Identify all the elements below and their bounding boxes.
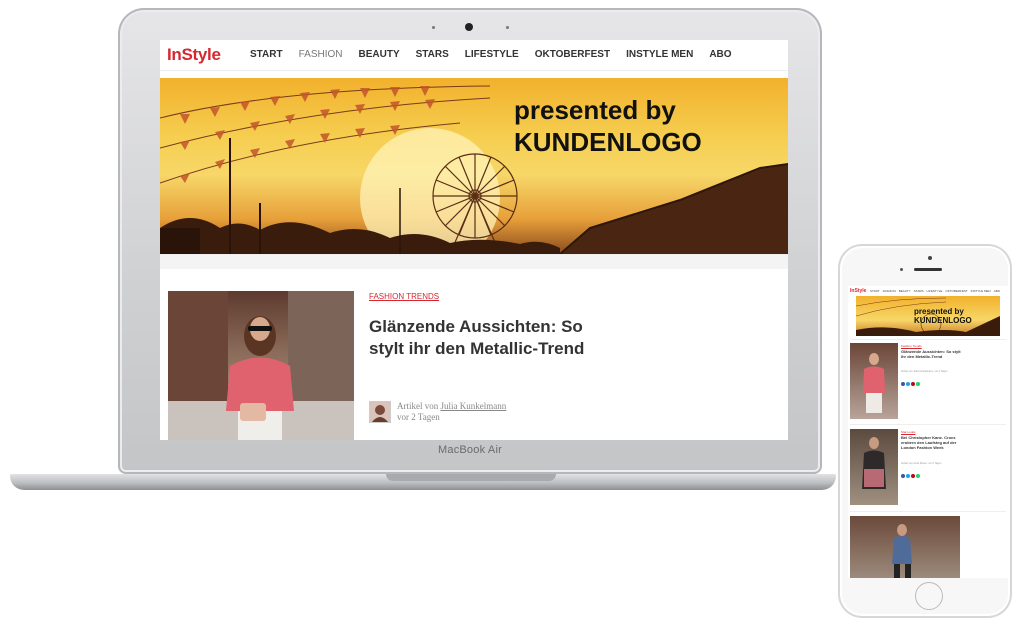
phone-hero-banner[interactable]: presented by KUNDENLOGO [856, 296, 1000, 336]
phone-article-meta-2: Artikel von Anna Rosen, vor 2 Tagen [901, 462, 942, 465]
phone-nav-lifestyle[interactable]: LIFESTYLE [927, 289, 943, 293]
nav-item-stars[interactable]: STARS [416, 49, 449, 60]
phone-article-image-2[interactable] [850, 429, 898, 505]
nav-item-fashion[interactable]: FASHION [299, 49, 343, 60]
site-header: InStyle START FASHION BEAUTY STARS LIFES… [160, 40, 788, 71]
phone-sponsor-line-2: KUNDENLOGO [914, 316, 972, 325]
nav-item-abo[interactable]: ABO [709, 49, 731, 60]
instyle-logo[interactable]: InStyle [167, 45, 221, 65]
facebook-icon[interactable] [901, 474, 905, 478]
author-avatar-icon [372, 405, 388, 422]
hero-banner[interactable]: presented by KUNDENLOGO [160, 78, 788, 254]
phone-nav-stars[interactable]: STARS [914, 289, 924, 293]
phone-home-button[interactable] [915, 582, 943, 610]
pinterest-icon[interactable] [911, 474, 915, 478]
sponsor-line-2: KUNDENLOGO [514, 127, 702, 157]
whatsapp-icon[interactable] [916, 474, 920, 478]
main-nav: START FASHION BEAUTY STARS LIFESTYLE OKT… [250, 49, 732, 60]
phone-sponsor-title: presented by KUNDENLOGO [914, 307, 972, 325]
laptop-sensor-left [432, 26, 435, 29]
phone-article-photo-1 [863, 353, 885, 413]
article-byline: Artikel von Julia Kunkelmann vor 2 Tagen [397, 401, 506, 423]
nav-item-beauty[interactable]: BEAUTY [359, 49, 400, 60]
article-headline[interactable]: Glänzende Aussichten: So stylt ihr den M… [369, 316, 619, 360]
phone-share-icons-1 [901, 382, 920, 386]
author-name-link[interactable]: Julia Kunkelmann [441, 401, 507, 411]
sponsor-title: presented by KUNDENLOGO [514, 94, 702, 158]
phone-divider [850, 339, 1006, 340]
nav-item-lifestyle[interactable]: LIFESTYLE [465, 49, 519, 60]
pinterest-icon[interactable] [911, 382, 915, 386]
article-age: vor 2 Tagen [397, 412, 440, 422]
phone-article-image-1[interactable] [850, 343, 898, 419]
phone-speaker [914, 268, 942, 271]
whatsapp-icon[interactable] [916, 382, 920, 386]
phone-nav-start[interactable]: START [870, 289, 880, 293]
phone-nav-abo[interactable]: ABO [994, 289, 1000, 293]
phone-nav-instyle-men[interactable]: INSTYLE MEN [971, 289, 991, 293]
phone-share-icons-2 [901, 474, 920, 478]
phone-divider [850, 511, 1006, 512]
section-divider [160, 254, 788, 269]
article-category-link[interactable]: FASHION TRENDS [369, 292, 439, 301]
laptop-brand-label: MacBook Air [438, 444, 502, 456]
nav-item-oktoberfest[interactable]: OKTOBERFEST [535, 49, 610, 60]
phone-sponsor-line-1: presented by [914, 307, 964, 316]
phone-nav-oktoberfest[interactable]: OKTOBERFEST [945, 289, 967, 293]
phone-camera-icon [928, 256, 932, 260]
phone-instyle-logo[interactable]: InStyle [850, 288, 866, 294]
phone-sensor [900, 268, 903, 271]
laptop-camera-icon [465, 23, 473, 31]
phone-screen: InStyle START FASHION BEAUTY STARS LIFES… [848, 286, 1008, 578]
article-photo [168, 291, 354, 440]
sponsor-line-1: presented by [514, 95, 676, 125]
laptop-screen: InStyle START FASHION BEAUTY STARS LIFES… [160, 40, 788, 440]
phone-main-nav: START FASHION BEAUTY STARS LIFESTYLE OKT… [870, 289, 1000, 293]
phone-article-category-2[interactable]: Star-Looks [901, 430, 916, 434]
phone-divider [850, 424, 1006, 425]
twitter-icon[interactable] [906, 474, 910, 478]
phone-article-photo-2 [862, 437, 886, 489]
phone-article-photo-3 [892, 524, 912, 578]
phone-article-meta-1: Artikel von Julia Kunkelmann, vor 2 Tage… [901, 370, 948, 373]
laptop-sensor-right [506, 26, 509, 29]
phone-article-headline-1[interactable]: Glänzende Aussichten: So stylt ihr den M… [901, 349, 961, 359]
facebook-icon[interactable] [901, 382, 905, 386]
byline-prefix: Artikel von [397, 401, 439, 411]
phone-article-image-3[interactable] [850, 516, 960, 578]
phone-nav-beauty[interactable]: BEAUTY [899, 289, 911, 293]
nav-item-start[interactable]: START [250, 49, 283, 60]
phone-article-category-1[interactable]: Fashion Trends [901, 344, 922, 348]
phone-article-headline-2[interactable]: Bei Christopher Kane. Crocs erobern den … [901, 435, 961, 450]
article-image[interactable] [168, 291, 354, 440]
author-avatar[interactable] [369, 401, 391, 423]
laptop-hinge-notch [386, 474, 556, 481]
nav-item-instyle-men[interactable]: INSTYLE MEN [626, 49, 693, 60]
twitter-icon[interactable] [906, 382, 910, 386]
phone-nav-fashion[interactable]: FASHION [883, 289, 896, 293]
